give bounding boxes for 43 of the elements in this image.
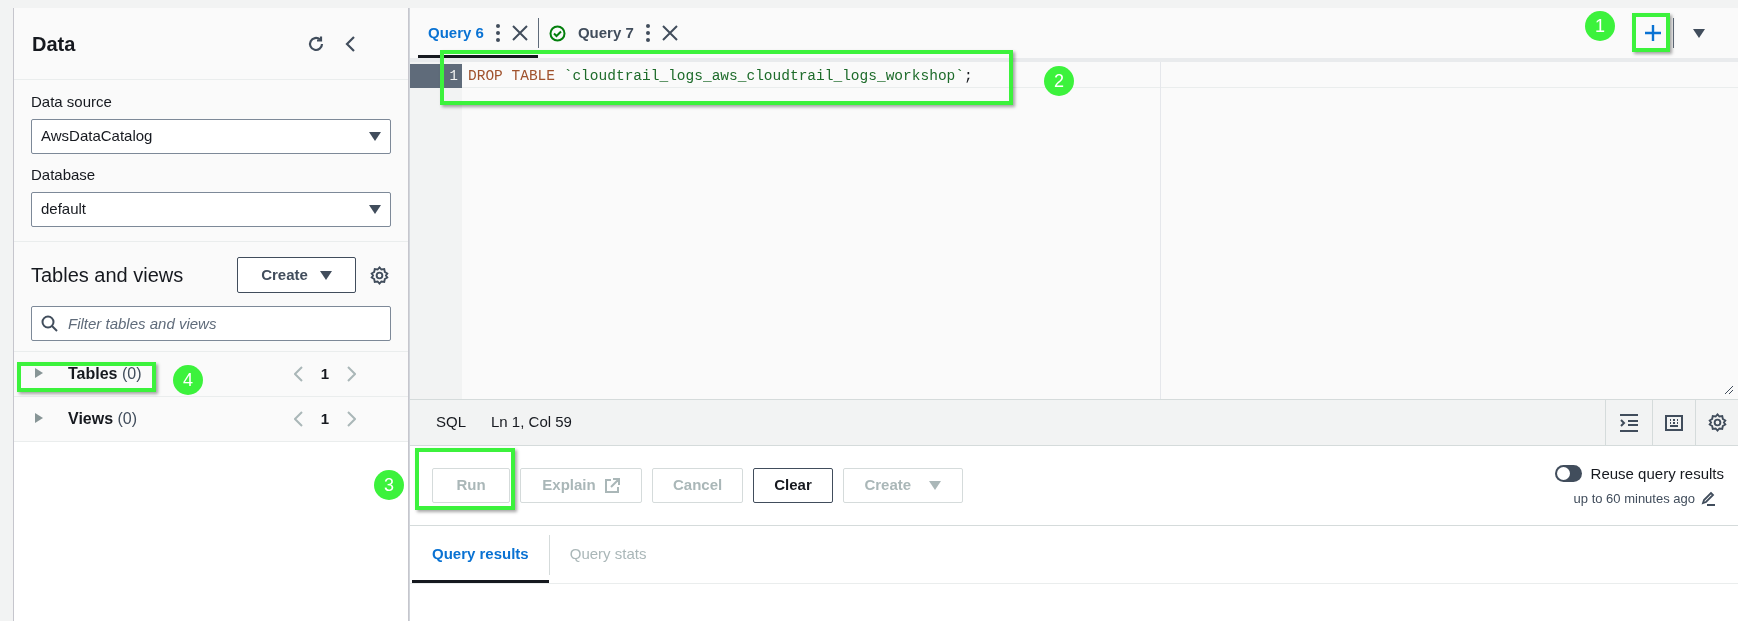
group-label[interactable]: Views (0) (68, 407, 138, 431)
settings-icon (1707, 413, 1727, 432)
action-button[interactable]: Clear (753, 468, 833, 503)
search-icon (41, 315, 58, 332)
expand-icon[interactable] (34, 413, 44, 425)
caret-icon (369, 205, 381, 214)
caret-icon (369, 132, 381, 141)
data-source-select[interactable]: AwsDataCatalog (31, 119, 391, 154)
create-button[interactable]: Create (237, 257, 356, 293)
resize-handle-icon[interactable] (1724, 385, 1734, 395)
pencil-icon[interactable] (1701, 491, 1716, 507)
line-number: 1 (410, 64, 462, 88)
toggle-label: Reuse query results (1590, 463, 1724, 484)
collapse-icon[interactable] (344, 34, 356, 53)
reuse-toggle[interactable] (1554, 465, 1582, 483)
field-label: Data source (31, 92, 113, 112)
field-label: Database (31, 165, 97, 185)
highlight-frame (1632, 13, 1670, 52)
reuse-duration: up to 60 minutes ago (1573, 490, 1695, 508)
editor-language: SQL (436, 412, 466, 433)
plus-icon (1644, 24, 1662, 42)
section-title: Tables and views (31, 263, 184, 288)
cursor-position: Ln 1, Col 59 (491, 412, 572, 433)
caret-icon (929, 481, 942, 490)
indent-icon (1619, 413, 1639, 432)
database-select[interactable]: default (31, 192, 391, 227)
keyboard-icon (1665, 414, 1683, 431)
page-number[interactable]: 1 (320, 407, 329, 431)
page-number[interactable]: 1 (320, 362, 329, 386)
expand-icon[interactable] (34, 368, 44, 380)
query-tab[interactable]: Query 6 (428, 21, 484, 45)
close-icon[interactable] (661, 25, 678, 41)
query-tab[interactable]: Query 7 (577, 21, 634, 45)
caret-icon (1693, 28, 1705, 38)
filter-field[interactable]: Filter tables and views (31, 306, 391, 341)
close-icon[interactable] (511, 25, 528, 41)
more-icon[interactable] (645, 24, 650, 42)
caret-icon (319, 270, 332, 280)
more-icon[interactable] (495, 24, 500, 42)
panel-title: Data (32, 31, 76, 57)
group-label[interactable]: Tables (0) (68, 362, 142, 386)
settings-icon[interactable] (370, 265, 389, 285)
external-link-icon (603, 477, 620, 494)
